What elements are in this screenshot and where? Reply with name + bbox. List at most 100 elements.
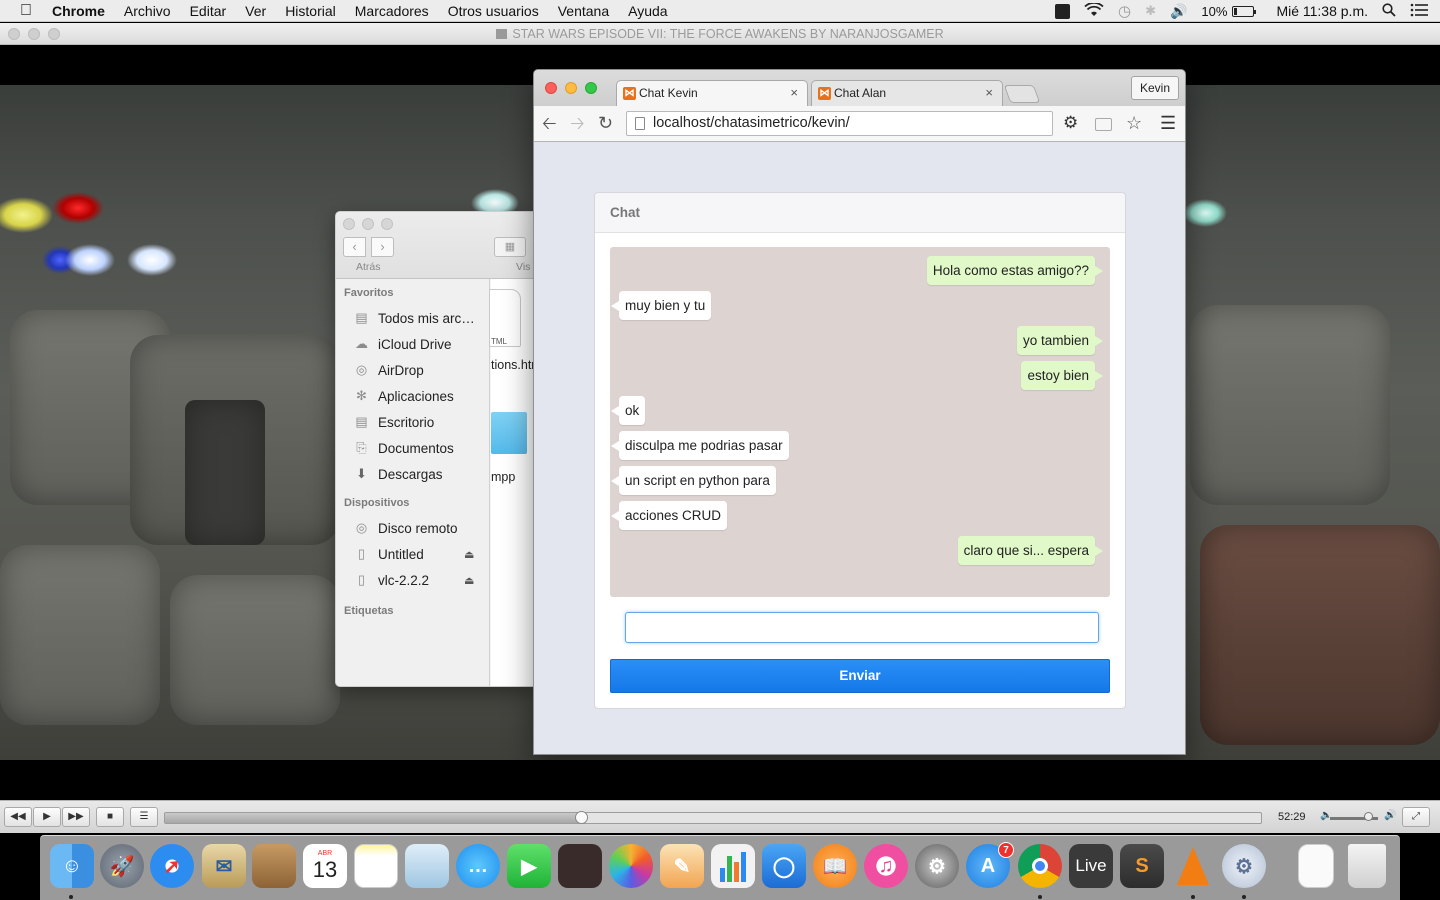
tab-chat-alan[interactable]: ⋈ Chat Alan × bbox=[811, 80, 1003, 106]
bookmark-star-icon[interactable]: ☆ bbox=[1126, 113, 1142, 133]
chrome-minimize-button[interactable] bbox=[565, 82, 577, 94]
html-file-icon[interactable]: TML bbox=[489, 289, 521, 347]
profile-button[interactable]: Kevin bbox=[1130, 76, 1179, 100]
zip-icon[interactable] bbox=[1298, 844, 1334, 888]
stop-button[interactable]: ■ bbox=[96, 807, 124, 827]
sidebar-item-todos-mis-archivos[interactable]: ▤ Todos mis arc… bbox=[336, 305, 489, 331]
folder-name[interactable]: mpp bbox=[491, 470, 515, 484]
live-icon[interactable]: Live bbox=[1069, 844, 1113, 888]
tab-close-icon[interactable]: × bbox=[985, 81, 993, 105]
menu-editar[interactable]: Editar bbox=[190, 3, 227, 19]
send-button[interactable]: Enviar bbox=[610, 659, 1110, 693]
volume-high-icon[interactable]: 🔊 bbox=[1384, 810, 1396, 821]
calendar-icon[interactable]: ABR 13 bbox=[303, 844, 347, 888]
gear-app-icon[interactable]: ⚙ bbox=[1222, 844, 1266, 888]
vlc-menubar-icon[interactable] bbox=[1054, 3, 1070, 19]
folder-icon[interactable] bbox=[491, 412, 527, 454]
notes-icon[interactable] bbox=[354, 844, 398, 888]
sidebar-item-descargas[interactable]: ⬇ Descargas bbox=[336, 461, 489, 487]
facetime-icon[interactable]: ▶ bbox=[507, 844, 551, 888]
forward-arrow-icon[interactable]: 🡢 bbox=[570, 113, 585, 133]
battery-status[interactable]: 10% bbox=[1201, 4, 1257, 19]
fullscreen-button[interactable]: ⤢ bbox=[1402, 807, 1430, 827]
seek-bar[interactable] bbox=[164, 812, 1262, 824]
ibooks-icon[interactable]: 📖 bbox=[813, 844, 857, 888]
menu-otros-usuarios[interactable]: Otros usuarios bbox=[448, 3, 539, 19]
chrome-menu-icon[interactable]: ☰ bbox=[1160, 113, 1176, 133]
reload-icon[interactable]: ↻ bbox=[598, 113, 613, 133]
time-display[interactable]: 52:29 bbox=[1278, 811, 1306, 823]
vlc-close-button[interactable] bbox=[8, 28, 20, 40]
finder-minimize-button[interactable] bbox=[362, 218, 374, 230]
eject-icon[interactable]: ⏏ bbox=[464, 548, 474, 561]
vlc-title-bar[interactable]: STAR WARS EPISODE VII: THE FORCE AWAKENS… bbox=[0, 23, 1440, 45]
volume-slider[interactable] bbox=[1330, 812, 1378, 821]
chrome-zoom-button[interactable] bbox=[585, 82, 597, 94]
notification-center-icon[interactable] bbox=[1410, 3, 1428, 20]
vlc-zoom-button[interactable] bbox=[48, 28, 60, 40]
finder-zoom-button[interactable] bbox=[381, 218, 393, 230]
file-name[interactable]: tions.htm bbox=[491, 358, 534, 372]
extension-gear-icon[interactable]: ⚙ bbox=[1063, 113, 1078, 133]
keynote-icon[interactable]: ◯ bbox=[762, 844, 806, 888]
sidebar-item-documentos[interactable]: ⎘ Documentos bbox=[336, 435, 489, 461]
chrome-close-button[interactable] bbox=[545, 82, 557, 94]
launchpad-icon[interactable]: 🚀 bbox=[100, 844, 144, 888]
vlc-minimize-button[interactable] bbox=[28, 28, 40, 40]
volume-icon[interactable]: 🔊 bbox=[1170, 3, 1187, 20]
sidebar-item-vlc[interactable]: ▯ vlc-2.2.2 ⏏ bbox=[336, 567, 489, 593]
tab-close-icon[interactable]: × bbox=[790, 81, 798, 105]
sidebar-item-airdrop[interactable]: ◎ AirDrop bbox=[336, 357, 489, 383]
mail-icon[interactable]: ✉ bbox=[202, 844, 246, 888]
photo-booth-icon[interactable] bbox=[558, 844, 602, 888]
cast-icon[interactable] bbox=[1095, 118, 1112, 131]
menu-marcadores[interactable]: Marcadores bbox=[355, 3, 429, 19]
playlist-button[interactable]: ☰ bbox=[130, 807, 158, 827]
address-bar[interactable]: localhost/chatasimetrico/kevin/ bbox=[626, 111, 1053, 136]
back-arrow-icon[interactable]: 🡠 bbox=[542, 113, 557, 133]
wifi-icon[interactable] bbox=[1084, 1, 1104, 20]
chrome-icon[interactable] bbox=[1018, 844, 1062, 888]
sidebar-item-aplicaciones[interactable]: ✻ Aplicaciones bbox=[336, 383, 489, 409]
safari-icon[interactable]: ➚ bbox=[150, 844, 194, 888]
menu-ventana[interactable]: Ventana bbox=[558, 3, 609, 19]
messages-icon[interactable]: … bbox=[456, 844, 500, 888]
preview-icon[interactable] bbox=[405, 844, 449, 888]
finder-back-button[interactable]: ‹ bbox=[343, 237, 366, 257]
sidebar-item-disco-remoto[interactable]: ◎ Disco remoto bbox=[336, 515, 489, 541]
menubar-clock[interactable]: Mié 11:38 p.m. bbox=[1276, 3, 1368, 19]
rewind-button[interactable]: ◀◀ bbox=[4, 807, 32, 827]
eject-icon[interactable]: ⏏ bbox=[464, 574, 474, 587]
system-prefs-icon[interactable]: ⚙ bbox=[915, 844, 959, 888]
pages-icon[interactable]: ✎ bbox=[660, 844, 704, 888]
new-tab-button[interactable] bbox=[1003, 85, 1041, 103]
sidebar-item-untitled[interactable]: ▯ Untitled ⏏ bbox=[336, 541, 489, 567]
play-button[interactable]: ▶ bbox=[33, 807, 61, 827]
sidebar-item-icloud-drive[interactable]: ☁ iCloud Drive bbox=[336, 331, 489, 357]
sidebar-item-escritorio[interactable]: ▤ Escritorio bbox=[336, 409, 489, 435]
menu-ver[interactable]: Ver bbox=[245, 3, 266, 19]
finder-view-grid-icon[interactable]: ▦ bbox=[494, 237, 526, 257]
time-machine-icon[interactable]: ◷ bbox=[1118, 2, 1131, 20]
finder-icon[interactable]: ☺ bbox=[50, 844, 94, 888]
message-input[interactable] bbox=[625, 612, 1099, 643]
vlc-icon[interactable] bbox=[1171, 844, 1215, 888]
apple-menu-icon[interactable]:  bbox=[0, 2, 52, 20]
finder-close-button[interactable] bbox=[343, 218, 355, 230]
menu-app-name[interactable]: Chrome bbox=[52, 3, 105, 19]
menu-historial[interactable]: Historial bbox=[285, 3, 336, 19]
bluetooth-icon[interactable]: ✱ bbox=[1145, 3, 1156, 19]
menu-ayuda[interactable]: Ayuda bbox=[628, 3, 667, 19]
numbers-icon[interactable] bbox=[711, 844, 755, 888]
trash-icon[interactable] bbox=[1348, 844, 1386, 888]
fast-forward-button[interactable]: ▶▶ bbox=[62, 807, 90, 827]
sublime-icon[interactable]: S bbox=[1120, 844, 1164, 888]
photos-icon[interactable] bbox=[609, 844, 653, 888]
itunes-icon[interactable]: ♫ bbox=[864, 844, 908, 888]
contacts-icon[interactable] bbox=[252, 844, 296, 888]
finder-forward-button[interactable]: › bbox=[371, 237, 394, 257]
menu-archivo[interactable]: Archivo bbox=[124, 3, 171, 19]
app-store-icon[interactable]: A7 bbox=[966, 842, 1014, 888]
spotlight-search-icon[interactable] bbox=[1382, 2, 1396, 20]
message-list[interactable]: Hola como estas amigo?? muy bien y tu yo… bbox=[610, 247, 1110, 597]
